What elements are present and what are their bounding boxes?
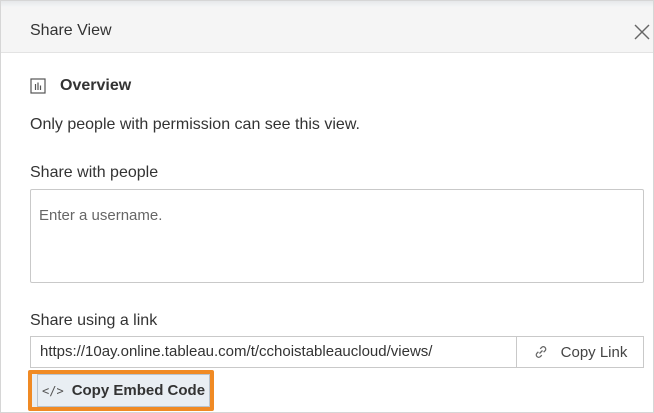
- copy-link-label: Copy Link: [560, 343, 628, 361]
- copy-embed-code-button[interactable]: </> Copy Embed Code: [28, 370, 214, 411]
- dialog-title: Share View: [30, 22, 112, 39]
- dialog-header: Share View: [1, 7, 653, 53]
- share-view-dialog: Share View Overview Only people with per…: [0, 0, 654, 413]
- share-link-field[interactable]: https://10ay.online.tableau.com/t/cchois…: [31, 337, 517, 367]
- username-input[interactable]: [30, 189, 644, 283]
- close-icon[interactable]: [631, 21, 653, 43]
- share-using-link-label: Share using a link: [30, 312, 158, 329]
- view-name-label: Overview: [60, 77, 132, 94]
- view-icon: [30, 78, 46, 94]
- view-name: Overview: [30, 75, 131, 97]
- share-with-people-label: Share with people: [30, 164, 159, 181]
- embed-button-inner: </> Copy Embed Code: [37, 374, 210, 407]
- share-link-row: https://10ay.online.tableau.com/t/cchois…: [30, 336, 644, 368]
- code-icon: </>: [42, 383, 64, 398]
- copy-link-button[interactable]: Copy Link: [517, 337, 643, 367]
- link-icon: [533, 344, 549, 360]
- permission-notice: Only people with permission can see this…: [30, 116, 360, 133]
- copy-embed-code-label: Copy Embed Code: [71, 382, 206, 399]
